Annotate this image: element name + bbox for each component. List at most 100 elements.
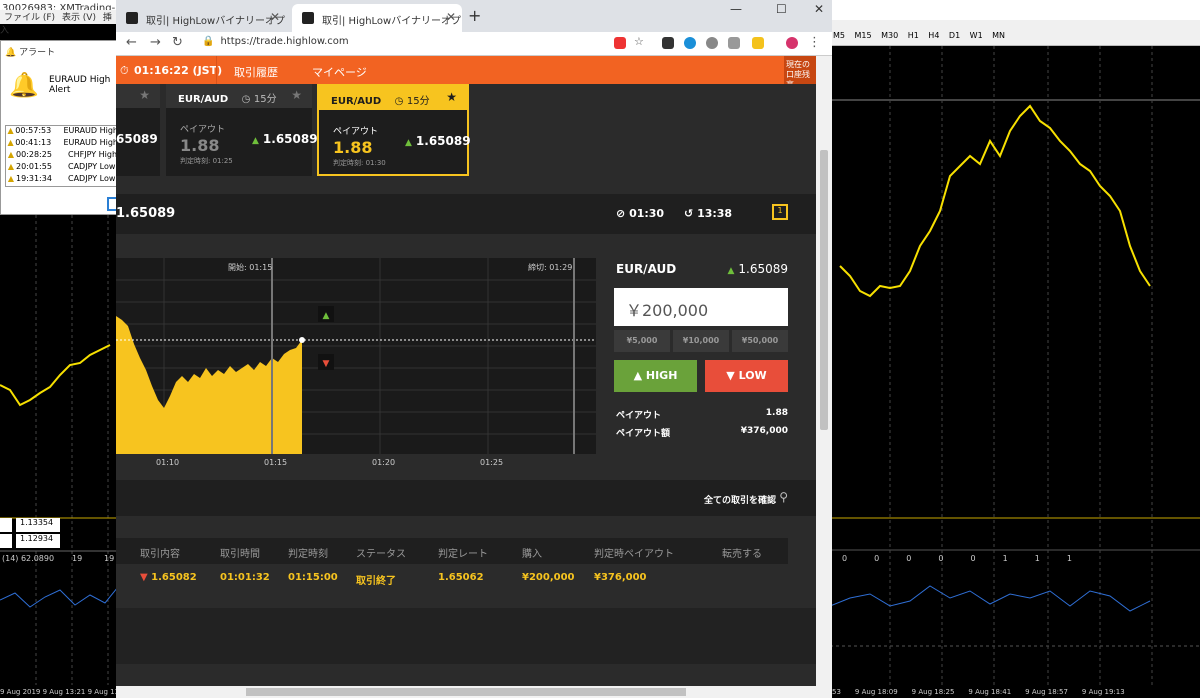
trade-pair: EUR/AUD (616, 262, 677, 276)
arrow-up-icon: ▲ (633, 369, 646, 382)
forward-icon[interactable]: → (150, 35, 161, 50)
card-payout: 1.88 (180, 136, 220, 155)
price-tag: 1.13354 (0, 518, 70, 532)
card-duration: 15分 (406, 96, 430, 107)
skype-icon[interactable] (684, 37, 696, 49)
browser-address-bar: ← → ↻ 🔒 https://trade.highlow.com ☆ ⋮ (116, 32, 832, 56)
server-clock: 01:16:22 (JST) (134, 64, 223, 77)
mt4-time-axis-left: 9 Aug 2019 9 Aug 13:21 9 Aug 13:37 (0, 688, 118, 696)
tf-m15[interactable]: M15 (852, 26, 875, 45)
reload-icon[interactable]: ↻ (172, 35, 183, 50)
tf-d1[interactable]: D1 (946, 26, 963, 45)
mt4-timeframe-toolbar: M5 M15 M30 H1 H4 D1 W1 MN (830, 26, 1200, 46)
list-item[interactable]: ▲ 19:31:34 CADJPY Low (6, 174, 118, 186)
close-icon[interactable]: ✕ (446, 10, 456, 24)
rate-chart-svg: ▲ ▼ (116, 258, 596, 454)
card-pair: EUR/AUD (331, 96, 382, 107)
browser-tab-bar: 取引| HighLowバイナリーオプション ✕ 取引| HighLowバイナリー… (116, 0, 832, 32)
tf-m30[interactable]: M30 (878, 26, 901, 45)
mt4-price-chart-left[interactable] (0, 215, 118, 685)
rate-chart[interactable]: ▲ ▼ 開始: 01:15 締切: 01:29 (116, 258, 596, 454)
trading-panel: ▲ ▼ 開始: 01:15 締切: 01:29 01:10 01:15 01:2… (116, 234, 816, 480)
card-rate: 65089 (116, 132, 158, 146)
vertical-scroll-thumb[interactable] (820, 150, 828, 430)
amount-input[interactable]: ￥200,000 (614, 288, 788, 326)
card-judge-time: 判定時刻: 01:25 (180, 157, 233, 165)
bell-icon: ▲ (7, 174, 15, 183)
alert-history-list[interactable]: ▲ 00:57:53 EURAUD High ▲ 00:41:13 EURAUD Hig… (5, 125, 119, 187)
site-favicon-icon (126, 12, 138, 24)
confirm-all-trades-link[interactable]: 全ての取引を確認 (704, 493, 776, 506)
list-item[interactable]: ▲ 20:01:55 CADJPY Low (6, 162, 118, 174)
tf-mn[interactable]: MN (989, 26, 1008, 45)
browser-tab-1[interactable]: 取引| HighLowバイナリーオプション ✕ (116, 4, 286, 32)
nav-trade-history[interactable]: 取引履歴 (234, 64, 278, 80)
option-card[interactable]: ★ 65089 (116, 84, 160, 176)
tf-m5[interactable]: M5 (830, 26, 848, 45)
bell-icon: ▲ (7, 126, 14, 135)
header-divider (216, 56, 217, 84)
bell-icon: ▲ (7, 150, 15, 159)
extension-icon[interactable] (752, 37, 764, 49)
list-item[interactable]: ▲ 00:57:53 EURAUD High (6, 126, 118, 138)
time-remaining: 01:30 (629, 207, 665, 220)
star-icon[interactable]: ☆ (634, 35, 644, 48)
mt4-menu-file[interactable]: ファイル (F) (4, 13, 55, 23)
search-icon[interactable]: ⚲ (779, 490, 788, 504)
tf-w1[interactable]: W1 (967, 26, 986, 45)
clock-icon: ◷ (241, 94, 251, 105)
high-button[interactable]: ▲ HIGH (614, 360, 697, 392)
avatar[interactable] (786, 37, 798, 49)
star-icon[interactable]: ★ (139, 88, 150, 102)
option-card[interactable]: EUR/AUD ◷ 15分 ★ ペイアウト 1.88 ▲ 1.65089 判定時刻… (166, 84, 318, 176)
browser-tab-2[interactable]: 取引| HighLowバイナリーオプション ✕ (292, 4, 462, 32)
extension-icon[interactable] (662, 37, 674, 49)
extension-icon[interactable] (614, 37, 626, 49)
maximize-icon[interactable]: ☐ (776, 2, 787, 16)
page-footer-area (116, 608, 816, 664)
star-icon[interactable]: ★ (291, 88, 302, 102)
mt4-price-chart-right[interactable] (830, 46, 1200, 686)
payout-row: ペイアウト 1.88 (616, 408, 788, 421)
bell-icon: ▲ (7, 162, 15, 171)
card-payout-label: ペイアウト (180, 125, 226, 135)
arrow-up-icon: ▲ (727, 266, 735, 276)
extension-icon[interactable] (728, 37, 740, 49)
option-card-selected[interactable]: EUR/AUD ◷ 15分 ★ ペイアウト 1.88 ▲ 1.65089 判定時刻… (317, 84, 471, 176)
preset-5000-button[interactable]: ¥5,000 (614, 330, 670, 352)
price-tag: 1.12934 (0, 534, 70, 548)
minimize-icon[interactable]: — (730, 2, 742, 16)
alert-title-bar: 🔔 アラート (1, 41, 117, 61)
mt4-price-tags: 1.13354 1.12934 (0, 518, 70, 550)
low-button[interactable]: ▼ LOW (705, 360, 788, 392)
back-icon[interactable]: ← (126, 35, 137, 50)
preset-50000-button[interactable]: ¥50,000 (732, 330, 788, 352)
alert-window-icon: 🔔 (5, 48, 17, 58)
close-icon[interactable]: ✕ (270, 10, 280, 24)
mt4-menu-view[interactable]: 表示 (V) (62, 13, 96, 23)
chart-x-tick: 01:20 (372, 458, 396, 467)
horizontal-scroll-thumb[interactable] (246, 688, 686, 696)
chart-x-tick: 01:25 (480, 458, 504, 467)
mt4-alert-window[interactable]: 🔔 アラート 🔔 EURAUD High Alert ▲ 00:57:53 EURA… (0, 40, 119, 215)
tf-h4[interactable]: H4 (925, 26, 942, 45)
ticket-icon[interactable]: 1 (772, 204, 788, 220)
close-window-icon[interactable]: ✕ (814, 2, 824, 16)
preset-10000-button[interactable]: ¥10,000 (673, 330, 729, 352)
list-item[interactable]: ▲ 00:41:13 EURAUD High (6, 138, 118, 150)
list-item[interactable]: ▲ 00:28:25 CHFJPY High (6, 150, 118, 162)
chart-x-tick: 01:10 (156, 458, 180, 467)
url-field[interactable]: 🔒 https://trade.highlow.com (202, 36, 349, 47)
nav-my-page[interactable]: マイページ (312, 64, 367, 80)
card-duration: 15分 (253, 94, 277, 105)
star-icon[interactable]: ★ (446, 90, 457, 104)
indicator-axis-left: 19 (72, 554, 83, 563)
expiry-time: 13:38 (697, 207, 733, 220)
tf-h1[interactable]: H1 (905, 26, 922, 45)
alert-title: アラート (19, 48, 56, 58)
new-tab-button[interactable]: + (468, 6, 481, 25)
site-favicon-icon (302, 12, 314, 24)
menu-icon[interactable]: ⋮ (808, 35, 821, 50)
indicator-axis-left: 19 (104, 554, 115, 563)
extension-icon[interactable] (706, 37, 718, 49)
